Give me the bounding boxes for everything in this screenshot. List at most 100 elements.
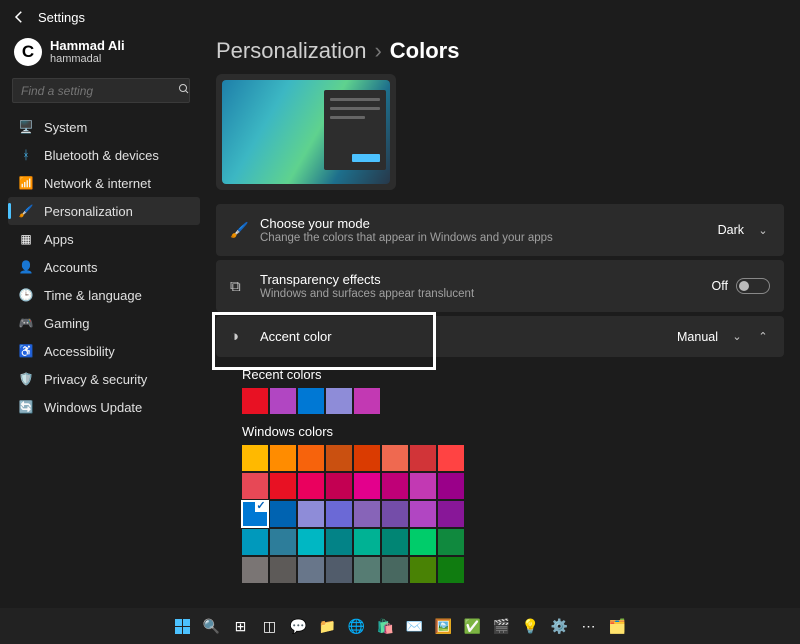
windows-color-swatch[interactable] bbox=[326, 501, 352, 527]
taskbar-chat-icon[interactable]: 💬 bbox=[287, 614, 311, 638]
windows-color-swatch[interactable] bbox=[298, 445, 324, 471]
recent-color-swatch[interactable] bbox=[354, 388, 380, 414]
windows-color-swatch[interactable] bbox=[438, 445, 464, 471]
taskbar-todo-icon[interactable]: ✅ bbox=[461, 614, 485, 638]
taskbar-folder-icon[interactable]: 🗂️ bbox=[606, 614, 630, 638]
taskbar-explorer-icon[interactable]: 📁 bbox=[316, 614, 340, 638]
windows-color-swatch[interactable] bbox=[326, 529, 352, 555]
chevron-down-icon: ⌄ bbox=[730, 330, 744, 343]
windows-color-swatch[interactable] bbox=[242, 529, 268, 555]
windows-color-swatch[interactable] bbox=[242, 445, 268, 471]
taskbar-photos-icon[interactable]: 🖼️ bbox=[432, 614, 456, 638]
nav-icon: 🖥️ bbox=[18, 119, 34, 135]
windows-color-swatch[interactable] bbox=[242, 557, 268, 583]
windows-colors-grid bbox=[242, 445, 784, 583]
search-input[interactable] bbox=[21, 84, 178, 98]
windows-color-swatch[interactable] bbox=[410, 501, 436, 527]
windows-color-swatch[interactable] bbox=[298, 473, 324, 499]
windows-color-swatch[interactable] bbox=[410, 473, 436, 499]
sidebar-item-apps[interactable]: ▦Apps bbox=[8, 225, 200, 253]
windows-color-swatch[interactable] bbox=[382, 529, 408, 555]
nav-label: Network & internet bbox=[44, 176, 151, 191]
taskbar-win-icon[interactable] bbox=[171, 614, 195, 638]
user-account[interactable]: C Hammad Ali hammadal bbox=[8, 34, 200, 76]
chevron-up-icon[interactable]: ⌃ bbox=[756, 330, 770, 343]
windows-color-swatch[interactable] bbox=[410, 445, 436, 471]
sidebar-item-accounts[interactable]: 👤Accounts bbox=[8, 253, 200, 281]
windows-color-swatch[interactable] bbox=[354, 473, 380, 499]
windows-color-swatch[interactable] bbox=[326, 445, 352, 471]
sidebar-item-accessibility[interactable]: ♿Accessibility bbox=[8, 337, 200, 365]
user-email: hammadal bbox=[50, 53, 125, 65]
mode-card[interactable]: 🖌️ Choose your mode Change the colors th… bbox=[216, 204, 784, 256]
nav-icon: 🕒 bbox=[18, 287, 34, 303]
mode-value[interactable]: Dark bbox=[718, 223, 744, 237]
windows-color-swatch[interactable] bbox=[270, 529, 296, 555]
taskbar-tips-icon[interactable]: 💡 bbox=[519, 614, 543, 638]
sidebar-item-bluetooth-devices[interactable]: ᚼBluetooth & devices bbox=[8, 141, 200, 169]
sidebar-item-system[interactable]: 🖥️System bbox=[8, 113, 200, 141]
windows-color-swatch[interactable] bbox=[326, 557, 352, 583]
windows-color-swatch[interactable] bbox=[354, 501, 380, 527]
sidebar-item-privacy-security[interactable]: 🛡️Privacy & security bbox=[8, 365, 200, 393]
windows-color-swatch[interactable] bbox=[326, 473, 352, 499]
taskbar-widgets-icon[interactable]: ◫ bbox=[258, 614, 282, 638]
theme-preview bbox=[216, 74, 396, 190]
brush-icon: 🖌️ bbox=[230, 221, 248, 239]
recent-color-swatch[interactable] bbox=[242, 388, 268, 414]
sidebar-item-gaming[interactable]: 🎮Gaming bbox=[8, 309, 200, 337]
back-icon[interactable] bbox=[10, 8, 28, 26]
taskbar-store-icon[interactable]: 🛍️ bbox=[374, 614, 398, 638]
windows-color-swatch[interactable] bbox=[270, 501, 296, 527]
windows-color-swatch[interactable] bbox=[382, 557, 408, 583]
search-box[interactable] bbox=[12, 78, 190, 103]
avatar: C bbox=[14, 38, 42, 66]
windows-color-swatch[interactable] bbox=[354, 529, 380, 555]
windows-color-swatch[interactable] bbox=[410, 557, 436, 583]
recent-color-swatch[interactable] bbox=[270, 388, 296, 414]
windows-color-swatch[interactable] bbox=[270, 557, 296, 583]
transparency-toggle[interactable]: Off bbox=[712, 278, 770, 294]
taskbar-clipchamp-icon[interactable]: 🎬 bbox=[490, 614, 514, 638]
windows-color-swatch[interactable] bbox=[242, 501, 268, 527]
nav-label: Time & language bbox=[44, 288, 142, 303]
windows-color-swatch[interactable] bbox=[354, 445, 380, 471]
sidebar-item-time-language[interactable]: 🕒 Time & language bbox=[8, 281, 200, 309]
windows-color-swatch[interactable] bbox=[438, 501, 464, 527]
nav-icon: 🛡️ bbox=[18, 371, 34, 387]
accent-value[interactable]: Manual bbox=[677, 330, 718, 344]
windows-color-swatch[interactable] bbox=[438, 557, 464, 583]
sidebar-item-personalization[interactable]: 🖌️Personalization bbox=[8, 197, 200, 225]
windows-color-swatch[interactable] bbox=[438, 529, 464, 555]
nav-label: Gaming bbox=[44, 316, 90, 331]
taskbar-tasks-icon[interactable]: ⊞ bbox=[229, 614, 253, 638]
accent-card[interactable]: ◑ Accent color Manual ⌄ ⌃ bbox=[216, 316, 784, 357]
sidebar-item-network-internet[interactable]: 📶Network & internet bbox=[8, 169, 200, 197]
breadcrumb-parent[interactable]: Personalization bbox=[216, 38, 366, 64]
mode-title: Choose your mode bbox=[260, 216, 706, 231]
windows-color-swatch[interactable] bbox=[270, 473, 296, 499]
windows-color-swatch[interactable] bbox=[382, 473, 408, 499]
taskbar-search-icon[interactable]: 🔍 bbox=[200, 614, 224, 638]
windows-color-swatch[interactable] bbox=[298, 557, 324, 583]
transparency-icon: ⧉ bbox=[230, 278, 248, 295]
windows-color-swatch[interactable] bbox=[298, 501, 324, 527]
taskbar-mail-icon[interactable]: ✉️ bbox=[403, 614, 427, 638]
windows-color-swatch[interactable] bbox=[438, 473, 464, 499]
taskbar-more-icon[interactable]: ⋯ bbox=[577, 614, 601, 638]
recent-color-swatch[interactable] bbox=[326, 388, 352, 414]
taskbar-settings-icon[interactable]: ⚙️ bbox=[548, 614, 572, 638]
breadcrumb-current: Colors bbox=[390, 38, 460, 64]
windows-color-swatch[interactable] bbox=[354, 557, 380, 583]
windows-color-swatch[interactable] bbox=[242, 473, 268, 499]
recent-color-swatch[interactable] bbox=[298, 388, 324, 414]
sidebar-item-windows-update[interactable]: 🔄Windows Update bbox=[8, 393, 200, 421]
windows-color-swatch[interactable] bbox=[410, 529, 436, 555]
windows-color-swatch[interactable] bbox=[298, 529, 324, 555]
transparency-card[interactable]: ⧉ Transparency effects Windows and surfa… bbox=[216, 260, 784, 312]
windows-color-swatch[interactable] bbox=[382, 445, 408, 471]
taskbar-edge-icon[interactable]: 🌐 bbox=[345, 614, 369, 638]
windows-color-swatch[interactable] bbox=[382, 501, 408, 527]
nav-icon: 🔄 bbox=[18, 399, 34, 415]
windows-color-swatch[interactable] bbox=[270, 445, 296, 471]
